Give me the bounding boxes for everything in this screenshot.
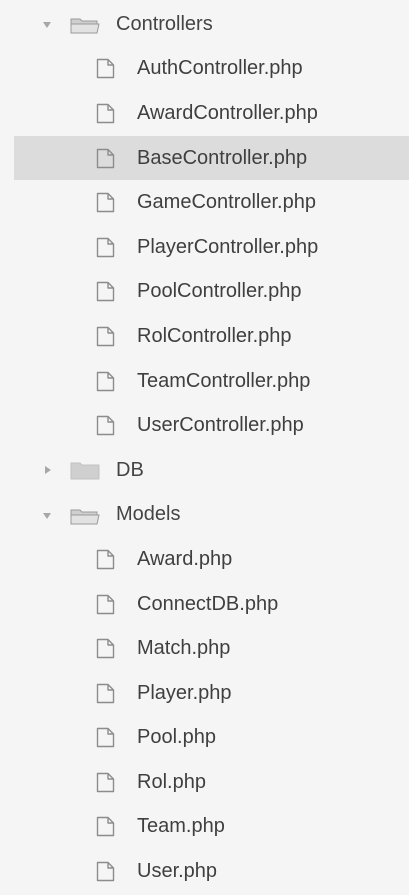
file-label: GameController.php [137,191,316,214]
file-item[interactable]: AuthController.php [0,47,409,92]
folder-label-controllers: Controllers [116,12,213,35]
file-icon [96,728,115,748]
file-label: RolController.php [137,324,292,347]
file-icon [96,549,115,570]
file-icon [96,59,115,79]
chevron-right-icon[interactable] [45,465,51,474]
file-label: AwardController.php [137,101,318,124]
file-label: Match.php [137,637,231,660]
file-icon [96,282,115,302]
file-label: ConnectDB.php [137,592,279,615]
file-label: User.php [137,860,218,883]
folder-db[interactable]: DB [0,448,409,493]
folder-label-db: DB [116,458,144,481]
chevron-down-icon[interactable] [43,512,51,519]
file-icon [96,103,115,124]
file-item[interactable]: Pool.php [0,716,409,761]
file-icon [96,817,115,837]
file-label: BaseController.php [137,146,308,169]
file-label: TeamController.php [137,369,311,392]
file-item[interactable]: ConnectDB.php [0,582,409,627]
file-item[interactable]: TeamController.php [0,359,409,404]
file-item[interactable]: UserController.php [0,403,409,448]
folder-controllers[interactable]: Controllers [0,2,409,47]
file-item[interactable]: User.php [0,849,409,894]
file-icon [96,148,115,168]
file-item[interactable]: PlayerController.php [0,225,409,270]
file-icon [96,192,115,213]
file-item[interactable]: GameController.php [0,180,409,225]
file-icon [96,237,115,257]
file-item-selected[interactable]: BaseController.php [14,135,409,181]
file-item[interactable]: Team.php [0,805,409,850]
open-folder-icon [70,509,100,525]
file-label: PlayerController.php [137,235,319,258]
file-item[interactable]: Match.php [0,626,409,671]
file-item[interactable]: Award.php [0,537,409,582]
file-label: Team.php [137,815,225,838]
file-label: Player.php [137,681,232,704]
file-item[interactable]: PoolController.php [0,270,409,315]
file-icon [96,861,115,882]
file-label: PoolController.php [137,280,302,303]
file-item[interactable]: RolController.php [0,314,409,359]
file-icon [96,594,115,614]
file-label: UserController.php [137,414,304,437]
file-item[interactable]: Rol.php [0,760,409,805]
file-label: Pool.php [137,726,216,749]
file-item[interactable]: Player.php [0,671,409,716]
file-label: AuthController.php [137,57,303,80]
file-icon [96,683,115,703]
file-label: Rol.php [137,770,206,793]
file-label: Award.php [137,547,233,570]
open-folder-icon [70,18,100,34]
file-icon [96,326,115,347]
folder-models[interactable]: Models [0,493,409,538]
file-item[interactable]: AwardController.php [0,91,409,136]
file-icon [96,772,115,793]
closed-folder-icon [70,462,100,480]
folder-label-models: Models [116,503,181,526]
file-icon [96,638,115,659]
file-icon [96,371,115,391]
chevron-down-icon[interactable] [43,22,51,28]
file-icon [96,415,115,436]
file-tree: Controllers AuthController.php AwardCont… [0,0,409,895]
